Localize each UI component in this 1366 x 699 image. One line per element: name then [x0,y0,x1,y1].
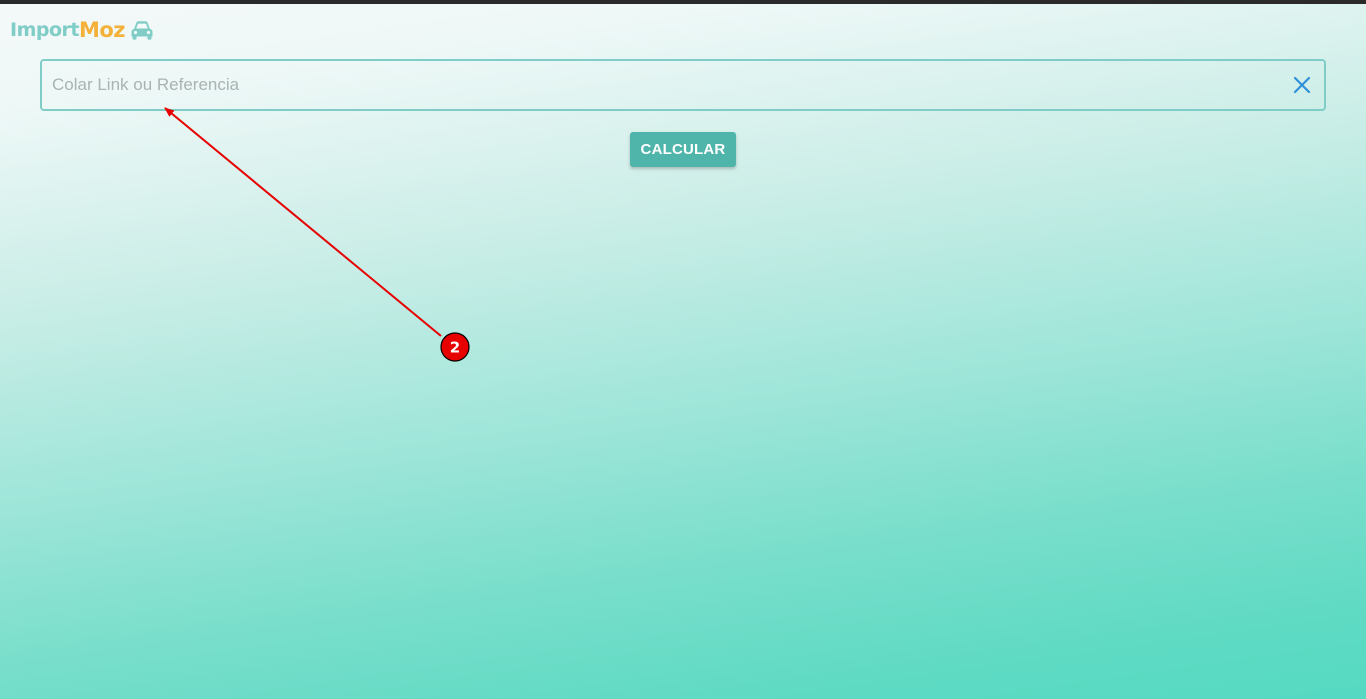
annotation-badge-label: 2 [450,339,460,357]
search-input[interactable] [42,61,1282,109]
search-box [40,59,1326,111]
brand-logo[interactable]: Import Moz [10,16,155,44]
brand-logo-import: Import [10,19,79,41]
brand-logo-moz: Moz [78,18,126,42]
annotation-arrow [164,107,442,337]
calculate-button[interactable]: CALCULAR [630,132,736,167]
top-strip [0,0,1366,4]
clear-search-button[interactable] [1282,65,1322,105]
close-icon [1293,76,1311,94]
car-icon [131,21,153,40]
annotation-badge [440,332,470,362]
